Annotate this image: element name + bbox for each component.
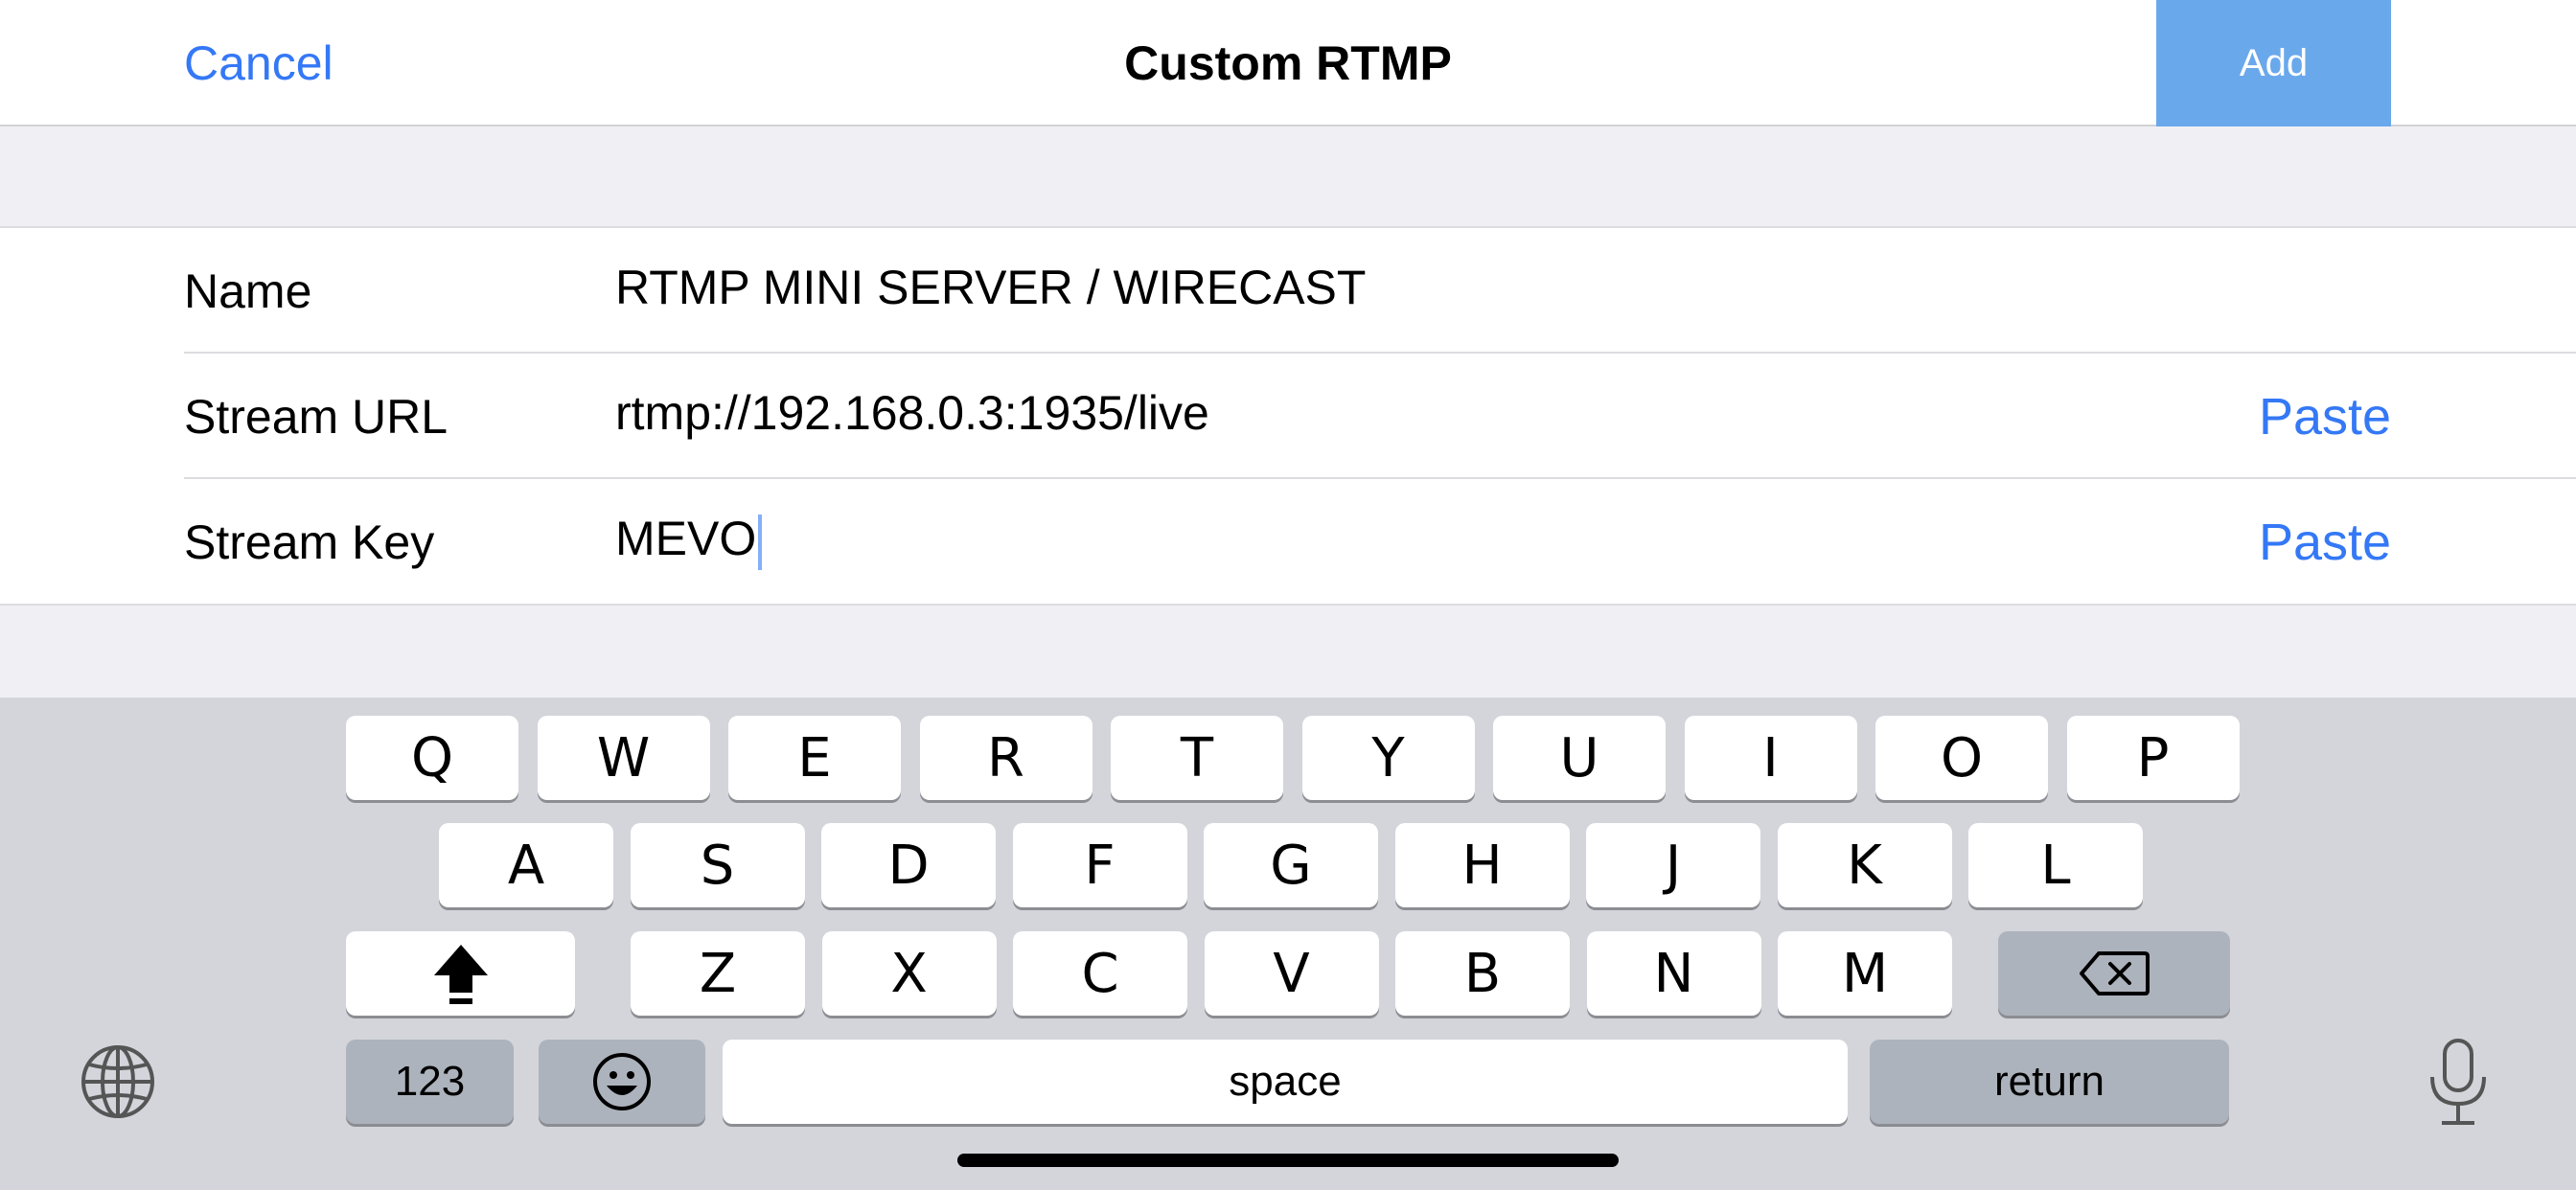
name-row[interactable]: Name RTMP MINI SERVER / WIRECAST	[184, 228, 2576, 354]
keyboard: QWERTYUIOP ASDFGHJKL ZXCVBNM 123 space r…	[0, 698, 2576, 1190]
dictation-button[interactable]	[2415, 1035, 2501, 1131]
key-m[interactable]: M	[1778, 931, 1952, 1016]
cancel-button[interactable]: Cancel	[184, 34, 334, 92]
key-k[interactable]: K	[1777, 823, 1952, 907]
key-z[interactable]: Z	[631, 931, 805, 1016]
key-n[interactable]: N	[1586, 931, 1761, 1016]
key-w[interactable]: W	[537, 716, 710, 800]
key-j[interactable]: J	[1586, 823, 1760, 907]
emoji-key[interactable]	[539, 1040, 705, 1124]
key-i[interactable]: I	[1684, 716, 1857, 800]
key-c[interactable]: C	[1013, 931, 1187, 1016]
name-field[interactable]: RTMP MINI SERVER / WIRECAST	[615, 259, 1366, 316]
home-indicator	[957, 1154, 1619, 1167]
paste-url-button[interactable]: Paste	[2259, 388, 2391, 446]
key-v[interactable]: V	[1204, 931, 1379, 1016]
key-d[interactable]: D	[821, 823, 996, 907]
key-r[interactable]: R	[919, 716, 1092, 800]
numbers-key[interactable]: 123	[346, 1040, 514, 1124]
key-t[interactable]: T	[1111, 716, 1283, 800]
navigation-bar: Cancel Custom RTMP Add	[0, 0, 2576, 126]
rtmp-form: Name RTMP MINI SERVER / WIRECAST Stream …	[0, 228, 2576, 604]
key-b[interactable]: B	[1395, 931, 1570, 1016]
stream-url-label: Stream URL	[184, 390, 448, 444]
stream-url-field[interactable]: rtmp://192.168.0.3:1935/live	[615, 384, 1209, 442]
key-a[interactable]: A	[439, 823, 613, 907]
shift-key[interactable]	[346, 931, 575, 1016]
delete-key[interactable]	[1998, 931, 2230, 1016]
key-s[interactable]: S	[630, 823, 805, 907]
space-key[interactable]: space	[723, 1040, 1848, 1124]
shift-icon	[433, 945, 488, 1004]
key-o[interactable]: O	[1875, 716, 2048, 800]
section-spacer-bottom	[0, 604, 2576, 698]
key-q[interactable]: Q	[346, 716, 518, 800]
backspace-icon	[2080, 951, 2150, 995]
paste-key-button[interactable]: Paste	[2259, 514, 2391, 571]
name-label: Name	[184, 264, 312, 318]
emoji-icon	[593, 1053, 651, 1110]
return-key[interactable]: return	[1870, 1040, 2229, 1124]
text-cursor	[758, 514, 763, 570]
microphone-icon	[2430, 1039, 2486, 1125]
key-x[interactable]: X	[821, 931, 997, 1016]
stream-key-field[interactable]: MEVO	[615, 510, 763, 570]
key-l[interactable]: L	[1968, 823, 2143, 907]
globe-icon	[81, 1045, 154, 1118]
key-u[interactable]: U	[1493, 716, 1666, 800]
stream-key-label: Stream Key	[184, 515, 435, 569]
stream-key-row[interactable]: Stream Key MEVO Paste	[184, 479, 2576, 605]
key-g[interactable]: G	[1204, 823, 1378, 907]
key-f[interactable]: F	[1012, 823, 1187, 907]
stream-url-row[interactable]: Stream URL rtmp://192.168.0.3:1935/live …	[184, 354, 2576, 479]
stream-key-value: MEVO	[615, 512, 757, 565]
key-p[interactable]: P	[2066, 716, 2240, 800]
add-button[interactable]: Add	[2156, 0, 2391, 126]
key-y[interactable]: Y	[1301, 716, 1475, 800]
section-spacer-top	[0, 126, 2576, 228]
key-h[interactable]: H	[1394, 823, 1570, 907]
globe-button[interactable]	[77, 1041, 159, 1123]
key-e[interactable]: E	[728, 716, 901, 800]
